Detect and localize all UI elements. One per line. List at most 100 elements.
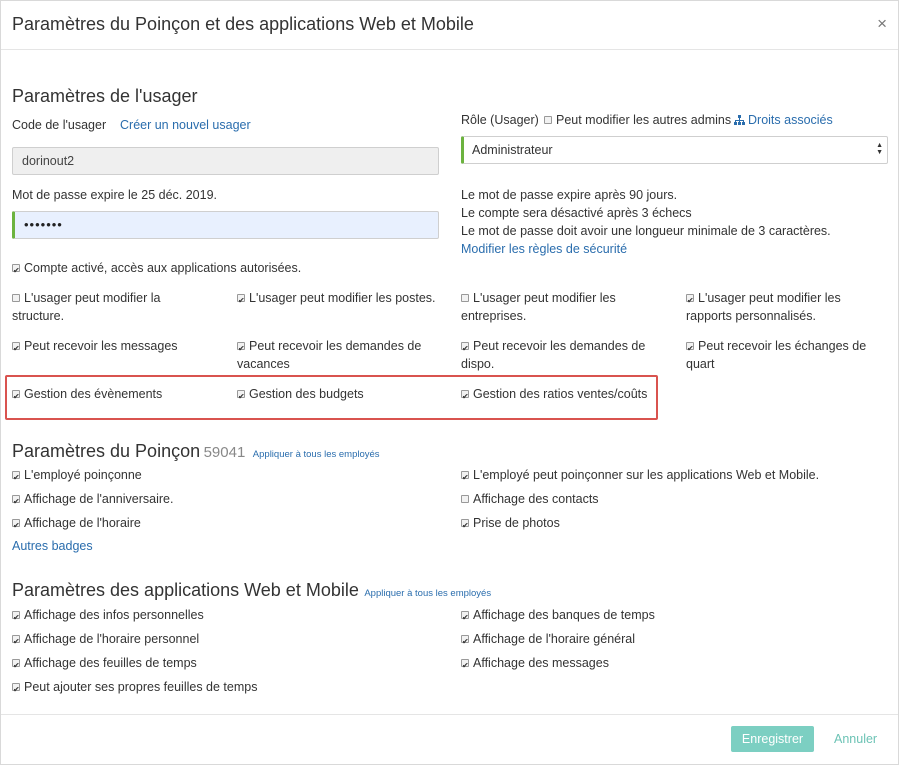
perm-modify-posts[interactable]: L'usager peut modifier les postes. <box>237 289 447 310</box>
apps-checkbox[interactable] <box>461 633 469 651</box>
perm-checkbox[interactable] <box>12 293 20 302</box>
policy-line-2: Le compte sera désactivé après 3 échecs <box>461 206 692 220</box>
apps-checkbox[interactable] <box>12 633 20 651</box>
can-modify-admins-checkbox[interactable] <box>544 115 552 124</box>
perm-checkbox[interactable] <box>12 340 20 358</box>
can-modify-admins-option[interactable]: Peut modifier les autres admins <box>544 113 731 127</box>
apps-option[interactable]: Affichage des messages <box>461 654 609 675</box>
modal-header: Paramètres du Poinçon et des application… <box>1 1 898 50</box>
perm-event-management[interactable]: Gestion des évènements <box>12 385 163 406</box>
role-select[interactable]: Administrateur ▲ ▼ <box>461 136 888 164</box>
apps-section-title: Paramètres des applications Web et Mobil… <box>12 580 359 600</box>
punch-checkbox[interactable] <box>12 493 20 511</box>
apps-checkbox[interactable] <box>461 657 469 675</box>
user-section-title: Paramètres de l'usager <box>12 86 198 106</box>
perm-sales-cost-ratio[interactable]: Gestion des ratios ventes/coûts <box>461 385 647 406</box>
sitemap-icon <box>734 114 745 125</box>
apps-checkbox[interactable] <box>12 681 20 699</box>
perm-receive-messages[interactable]: Peut recevoir les messages <box>12 337 212 358</box>
punch-checkbox[interactable] <box>461 494 469 503</box>
apps-label: Affichage de l'horaire général <box>473 632 635 646</box>
perm-receive-vacation[interactable]: Peut recevoir les demandes de vacances <box>237 337 437 373</box>
perm-label: Gestion des évènements <box>24 387 163 401</box>
perm-checkbox[interactable] <box>461 388 469 406</box>
perm-modify-reports[interactable]: L'usager peut modifier les rapports pers… <box>686 289 886 325</box>
perm-label: Peut recevoir les demandes de dispo. <box>461 339 646 371</box>
perm-label: L'usager peut modifier la structure. <box>12 291 161 323</box>
footer-divider <box>1 714 898 715</box>
apps-checkbox[interactable] <box>461 609 469 627</box>
punch-label: Affichage de l'anniversaire. <box>24 492 174 506</box>
perm-checkbox[interactable] <box>237 292 245 310</box>
punch-checkbox[interactable] <box>12 517 20 535</box>
security-rules-link[interactable]: Modifier les règles de sécurité <box>461 242 627 256</box>
perm-checkbox[interactable] <box>461 293 469 302</box>
apps-checkbox[interactable] <box>12 609 20 627</box>
create-user-link[interactable]: Créer un nouvel usager <box>120 118 251 132</box>
account-active-checkbox[interactable] <box>12 262 20 280</box>
perm-label: Gestion des budgets <box>249 387 364 401</box>
rights-link[interactable]: Droits associés <box>734 113 833 127</box>
perm-label: Peut recevoir les échanges de quart <box>686 339 867 371</box>
punch-section-header: Paramètres du Poinçon 59041 Appliquer à … <box>12 441 380 462</box>
perm-checkbox[interactable] <box>686 340 694 358</box>
apps-apply-all-link[interactable]: Appliquer à tous les employés <box>364 588 491 599</box>
policy-line-3: Le mot de passe doit avoir une longueur … <box>461 224 831 238</box>
punch-checkbox[interactable] <box>12 469 20 487</box>
punch-option[interactable]: L'employé poinçonne <box>12 466 142 487</box>
close-icon[interactable]: × <box>877 15 887 33</box>
punch-option[interactable]: Affichage des contacts <box>461 490 599 508</box>
apps-option[interactable]: Affichage des infos personnelles <box>12 606 204 627</box>
perm-checkbox[interactable] <box>461 340 469 358</box>
settings-modal: Paramètres du Poinçon et des application… <box>0 0 899 765</box>
punch-label: L'employé peut poinçonner sur les applic… <box>473 468 820 482</box>
role-label: Rôle (Usager) <box>461 113 539 127</box>
punch-apply-all-link[interactable]: Appliquer à tous les employés <box>253 449 380 460</box>
apps-option[interactable]: Affichage de l'horaire personnel <box>12 630 199 651</box>
apps-option[interactable]: Affichage des feuilles de temps <box>12 654 197 675</box>
apps-option[interactable]: Affichage des banques de temps <box>461 606 655 627</box>
apps-section-header: Paramètres des applications Web et Mobil… <box>12 580 491 601</box>
punch-checkbox[interactable] <box>461 469 469 487</box>
apps-label: Affichage des banques de temps <box>473 608 655 622</box>
user-code-input[interactable]: dorinout2 <box>12 147 439 175</box>
apps-label: Affichage des feuilles de temps <box>24 656 197 670</box>
punch-option[interactable]: L'employé peut poinçonner sur les applic… <box>461 466 820 487</box>
perm-checkbox[interactable] <box>237 340 245 358</box>
perm-budget-management[interactable]: Gestion des budgets <box>237 385 364 406</box>
punch-label: Prise de photos <box>473 516 560 530</box>
punch-number: 59041 <box>203 444 246 461</box>
perm-label: Peut recevoir les demandes de vacances <box>237 339 422 371</box>
policy-line-1: Le mot de passe expire après 90 jours. <box>461 188 678 202</box>
password-expiry-text: Mot de passe expire le 25 déc. 2019. <box>12 188 217 202</box>
perm-checkbox[interactable] <box>686 292 694 310</box>
apps-checkbox[interactable] <box>12 657 20 675</box>
punch-option[interactable]: Affichage de l'horaire <box>12 514 141 535</box>
perm-label: L'usager peut modifier les rapports pers… <box>686 291 841 323</box>
select-arrows-icon: ▲ ▼ <box>876 142 883 156</box>
account-active-option[interactable]: Compte activé, accès aux applications au… <box>12 259 302 280</box>
save-button[interactable]: Enregistrer <box>731 726 814 752</box>
perm-modify-companies[interactable]: L'usager peut modifier les entreprises. <box>461 289 661 325</box>
perm-checkbox[interactable] <box>12 388 20 406</box>
apps-option[interactable]: Peut ajouter ses propres feuilles de tem… <box>12 678 257 699</box>
perm-label: Peut recevoir les messages <box>24 339 178 353</box>
perm-receive-shift-exchange[interactable]: Peut recevoir les échanges de quart <box>686 337 886 373</box>
punch-option[interactable]: Prise de photos <box>461 514 560 535</box>
perm-label: L'usager peut modifier les entreprises. <box>461 291 616 323</box>
apps-label: Affichage des messages <box>473 656 609 670</box>
rights-link-label: Droits associés <box>748 113 833 127</box>
apps-option[interactable]: Affichage de l'horaire général <box>461 630 635 651</box>
role-select-value: Administrateur <box>472 143 553 157</box>
cancel-button[interactable]: Annuler <box>834 726 877 752</box>
punch-checkbox[interactable] <box>461 517 469 535</box>
other-badges-link[interactable]: Autres badges <box>12 539 93 553</box>
perm-modify-structure[interactable]: L'usager peut modifier la structure. <box>12 289 212 325</box>
account-active-label: Compte activé, accès aux applications au… <box>24 261 302 275</box>
perm-checkbox[interactable] <box>237 388 245 406</box>
password-input[interactable]: ••••••• <box>12 211 439 239</box>
perm-receive-availability[interactable]: Peut recevoir les demandes de dispo. <box>461 337 661 373</box>
punch-option[interactable]: Affichage de l'anniversaire. <box>12 490 174 511</box>
modal-title: Paramètres du Poinçon et des application… <box>12 14 474 34</box>
apps-label: Affichage des infos personnelles <box>24 608 204 622</box>
